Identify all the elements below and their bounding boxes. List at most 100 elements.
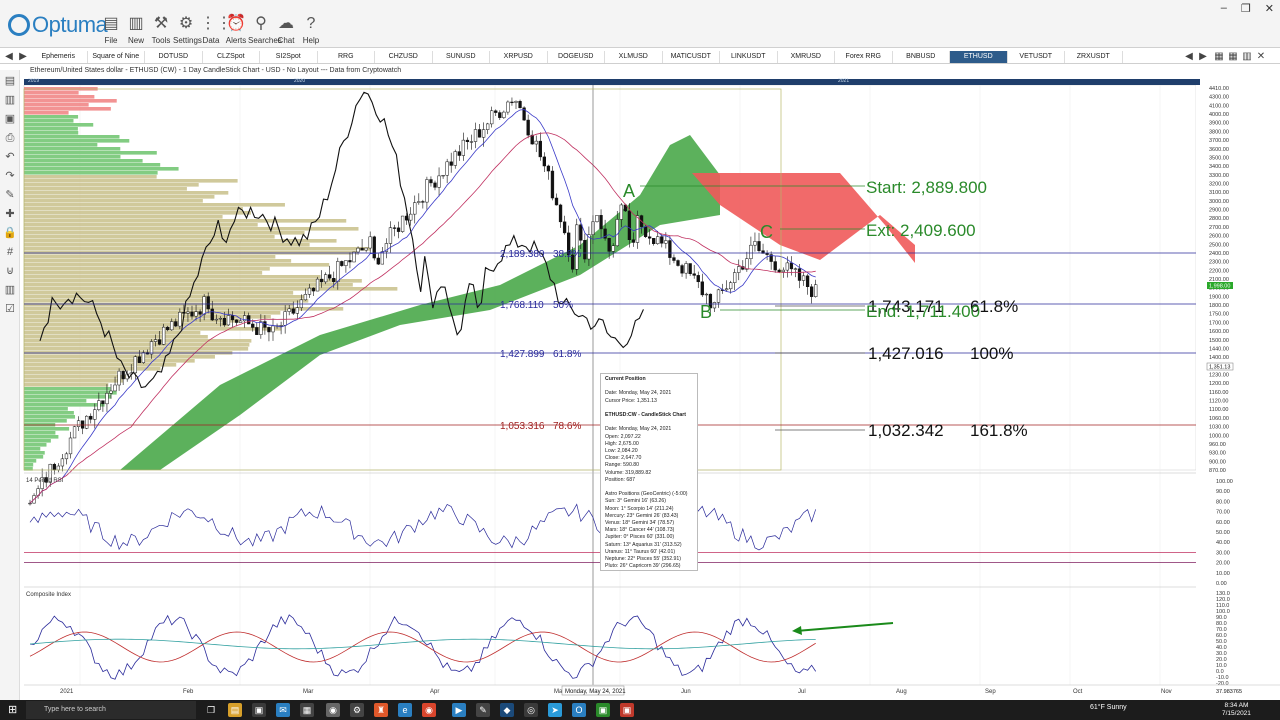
app-icon[interactable]: ⚙ [350,703,364,717]
corner-value-label: 37.983765 [1216,689,1242,695]
volume-profile-bar [24,119,74,123]
candle-body [283,311,287,326]
app-icon[interactable]: ✎ [476,703,490,717]
weather-widget[interactable]: 61°F Sunny [1090,704,1127,711]
tab-scroll-right-icon[interactable]: ▶ [1196,50,1210,64]
candle-body [72,426,77,439]
left-tool-panel: ▤ ▥ ▣ ⎙ ↶ ↷ ✎ ✚ 🔒 # ⊍ ▥ ☑ [0,70,20,700]
tab-chzusd[interactable]: CHZUSD [375,51,433,63]
tab-rrg[interactable]: RRG [318,51,375,63]
delete-icon[interactable]: ▥ [2,282,18,298]
volume-profile-bar [24,167,179,171]
tab-back-icon[interactable]: ◀ [2,50,16,64]
hash-icon[interactable]: # [2,244,18,260]
tab-grid-icon[interactable]: ▦ [1212,50,1226,64]
candle-body [445,161,449,176]
taskbar-search-input[interactable]: Type here to search [26,701,196,719]
layers-icon[interactable]: ▤ [2,73,18,89]
fib-extension-pct: 161.8% [970,421,1028,440]
lock-icon[interactable]: 🔒 [2,225,18,241]
toolbar-help-button[interactable]: ? Help [298,14,324,45]
tab-maticusdt[interactable]: MATICUSDT [663,51,720,63]
file-explorer-icon[interactable]: ▤ [228,703,242,717]
tab-grid2-icon[interactable]: ▦ [1226,50,1240,64]
volume-profile-bar [24,211,251,215]
tab-vetusdt[interactable]: VETUSDT [1008,51,1065,63]
candle-body [380,251,385,265]
crosshair-icon[interactable]: ✚ [2,206,18,222]
tab-sunusd[interactable]: SUNUSD [433,51,490,63]
redo-icon[interactable]: ↷ [2,168,18,184]
close-icon[interactable]: ✕ [1265,2,1274,15]
mail-icon[interactable]: ✉ [276,703,290,717]
candle-body [765,253,769,255]
tab-ephemeris[interactable]: Ephemeris [30,51,88,63]
candle-body [319,278,324,283]
candle-body [554,197,559,206]
app-icon[interactable]: ▦ [300,703,314,717]
toolbar-data-button[interactable]: ⋮⋮ Data [198,14,232,45]
print-icon[interactable]: ⎙ [2,130,18,146]
tab-xlmusd[interactable]: XLMUSD [605,51,663,63]
telegram-icon[interactable]: ➤ [548,703,562,717]
toolbar-button-label: Alerts [225,36,247,45]
composite-axis-label: -20.0 [1216,681,1229,687]
brave-browser-icon[interactable]: ♜ [374,703,388,717]
tab-zrxusdt[interactable]: ZRXUSDT [1065,51,1123,63]
tab-xmrusd[interactable]: XMRUSD [778,51,835,63]
toolbar-file-button[interactable]: ▤ File [98,14,124,45]
minimize-icon[interactable]: – [1221,2,1227,15]
popup-line: Astro Positions (GeoCentric) (-5:00) [605,491,688,498]
candle-body [599,215,603,230]
tab-dogeusd[interactable]: DOGEUSD [548,51,605,63]
app-icon[interactable]: ◉ [326,703,340,717]
optuma-taskbar-icon[interactable]: O [572,703,586,717]
app-icon[interactable]: ▣ [252,703,266,717]
tab-scroll-left-icon[interactable]: ◀ [1182,50,1196,64]
volume-profile-bar [24,183,199,187]
tab-ethusd[interactable]: ETHUSD [950,51,1008,63]
tab-bnbusd[interactable]: BNBUSD [893,51,950,63]
tab-dotusd[interactable]: DOTUSD [145,51,203,63]
app-icon[interactable]: ▣ [620,703,634,717]
toolbar-chat-button[interactable]: ☁ Chat [273,14,299,45]
toolbar-settings-button[interactable]: ⚙ Settings [173,14,202,45]
checklist-icon[interactable]: ☑ [2,301,18,317]
toolbar-searches-button[interactable]: ⚲ Searches [248,14,282,45]
steam-icon[interactable]: ◎ [524,703,538,717]
app-icon[interactable]: ▶ [452,703,466,717]
app-icon[interactable]: ▣ [596,703,610,717]
chrome-browser-icon[interactable]: ◉ [422,703,436,717]
toolbar-tools-button[interactable]: ⚒ Tools [148,14,174,45]
app-icon[interactable]: ◆ [500,703,514,717]
price-axis-label: 2700.00 [1209,225,1229,231]
date-axis-label: Feb [183,689,194,695]
candle-body [810,286,814,297]
tab-clzspot[interactable]: CLZSpot [203,51,260,63]
tab-si2spot[interactable]: SI2Spot [260,51,318,63]
popup-line: Low: 2,084.20 [605,448,638,455]
edge-browser-icon[interactable]: e [398,703,412,717]
tab-forex-rrg[interactable]: Forex RRG [835,51,893,63]
tab-square-of-nine[interactable]: Square of Nine [88,51,145,63]
tab-xrpusd[interactable]: XRPUSD [490,51,548,63]
maximize-icon[interactable]: ❐ [1241,2,1251,15]
candle-body [117,370,121,386]
undo-icon[interactable]: ↶ [2,149,18,165]
pencil-icon[interactable]: ✎ [2,187,18,203]
tab-forward-icon[interactable]: ▶ [16,50,30,64]
toolbar-alerts-button[interactable]: ⏰ Alerts [223,14,249,45]
windows-start-icon[interactable]: ⊞ [8,704,20,716]
magnet-icon[interactable]: ⊍ [2,263,18,279]
toolbar-new-button[interactable]: ▥ New [123,14,149,45]
toolbar-button-label: Data [202,36,220,45]
tab-close-icon[interactable]: ✕ [1254,50,1268,64]
tab-linkusdt[interactable]: LINKUSDT [720,51,778,63]
save-icon[interactable]: ▣ [2,111,18,127]
popup-line [605,383,693,390]
taskbar-clock[interactable]: 8:34 AM 7/15/2021 [1222,702,1251,718]
candle-body [263,321,267,328]
task-view-icon[interactable]: ❐ [204,703,218,717]
tab-layout-icon[interactable]: ▥ [1240,50,1254,64]
open-folder-icon[interactable]: ▥ [2,92,18,108]
